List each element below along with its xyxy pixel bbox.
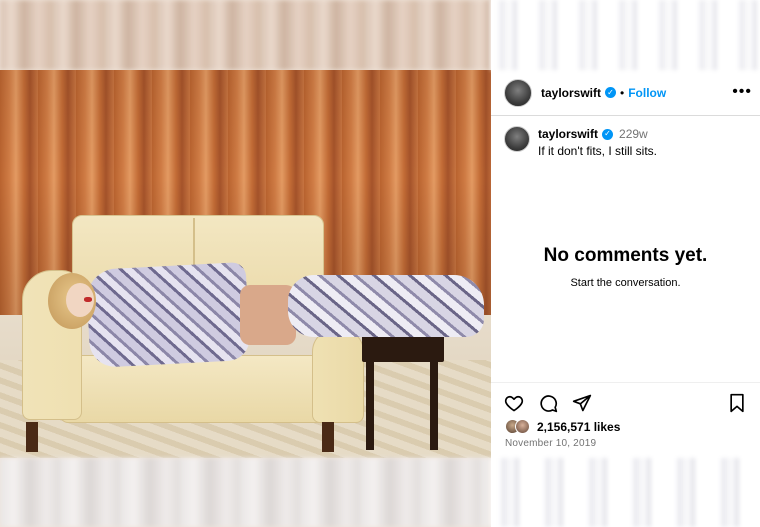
follow-button[interactable]: Follow	[628, 86, 666, 100]
blurred-panel-strip-bottom	[491, 458, 760, 527]
person-boots	[288, 275, 484, 337]
action-bar	[491, 382, 760, 422]
likes-summary[interactable]: 2,156,571 likes	[505, 419, 620, 435]
post-media[interactable]	[0, 0, 491, 527]
verified-badge-icon: ✓	[602, 128, 614, 140]
person-lips	[84, 297, 92, 302]
empty-comments-title: No comments yet.	[543, 245, 708, 266]
comment-icon[interactable]	[537, 392, 559, 414]
post-photo	[0, 70, 491, 458]
share-icon[interactable]	[571, 392, 593, 414]
blurred-media-strip-bottom	[0, 458, 491, 527]
post-header: taylorswift ✓ • Follow •••	[491, 70, 760, 116]
blurred-panel-strip-top	[491, 0, 760, 70]
avatar[interactable]	[504, 78, 532, 107]
post-date[interactable]: November 10, 2019	[505, 438, 596, 449]
likes-count[interactable]: 2,156,571 likes	[537, 420, 620, 434]
username-link[interactable]: taylorswift	[541, 86, 601, 100]
empty-comments: No comments yet. Start the conversation.	[491, 245, 760, 289]
sofa-leg-left	[26, 422, 38, 452]
bookmark-icon[interactable]	[726, 392, 748, 414]
caption-text: If it don't fits, I still sits.	[538, 144, 657, 158]
caption-meta: taylorswift ✓ 229w	[538, 126, 657, 142]
liker-avatars	[505, 419, 533, 435]
blurred-media-strip-top	[0, 0, 491, 70]
sofa-leg-right	[322, 422, 334, 452]
heart-icon[interactable]	[503, 392, 525, 414]
avatar	[515, 419, 530, 434]
sofa-seat	[60, 355, 335, 423]
caption-age[interactable]: 229w	[619, 127, 648, 141]
empty-comments-subtitle: Start the conversation.	[570, 277, 681, 289]
sofa-arm-right	[312, 328, 364, 423]
side-table-leg	[366, 360, 374, 450]
caption-username-link[interactable]: taylorswift	[538, 127, 598, 141]
post-details-panel: taylorswift ✓ • Follow ••• taylorswift ✓…	[491, 0, 760, 527]
caption: taylorswift ✓ 229w If it don't fits, I s…	[504, 126, 754, 158]
verified-badge-icon: ✓	[605, 87, 617, 98]
side-table-leg	[430, 360, 438, 450]
separator-dot: •	[620, 85, 625, 100]
caption-avatar[interactable]	[504, 126, 530, 152]
caption-body: taylorswift ✓ 229w If it don't fits, I s…	[538, 126, 657, 158]
more-options-icon[interactable]: •••	[732, 84, 752, 100]
person-outfit	[85, 261, 251, 369]
